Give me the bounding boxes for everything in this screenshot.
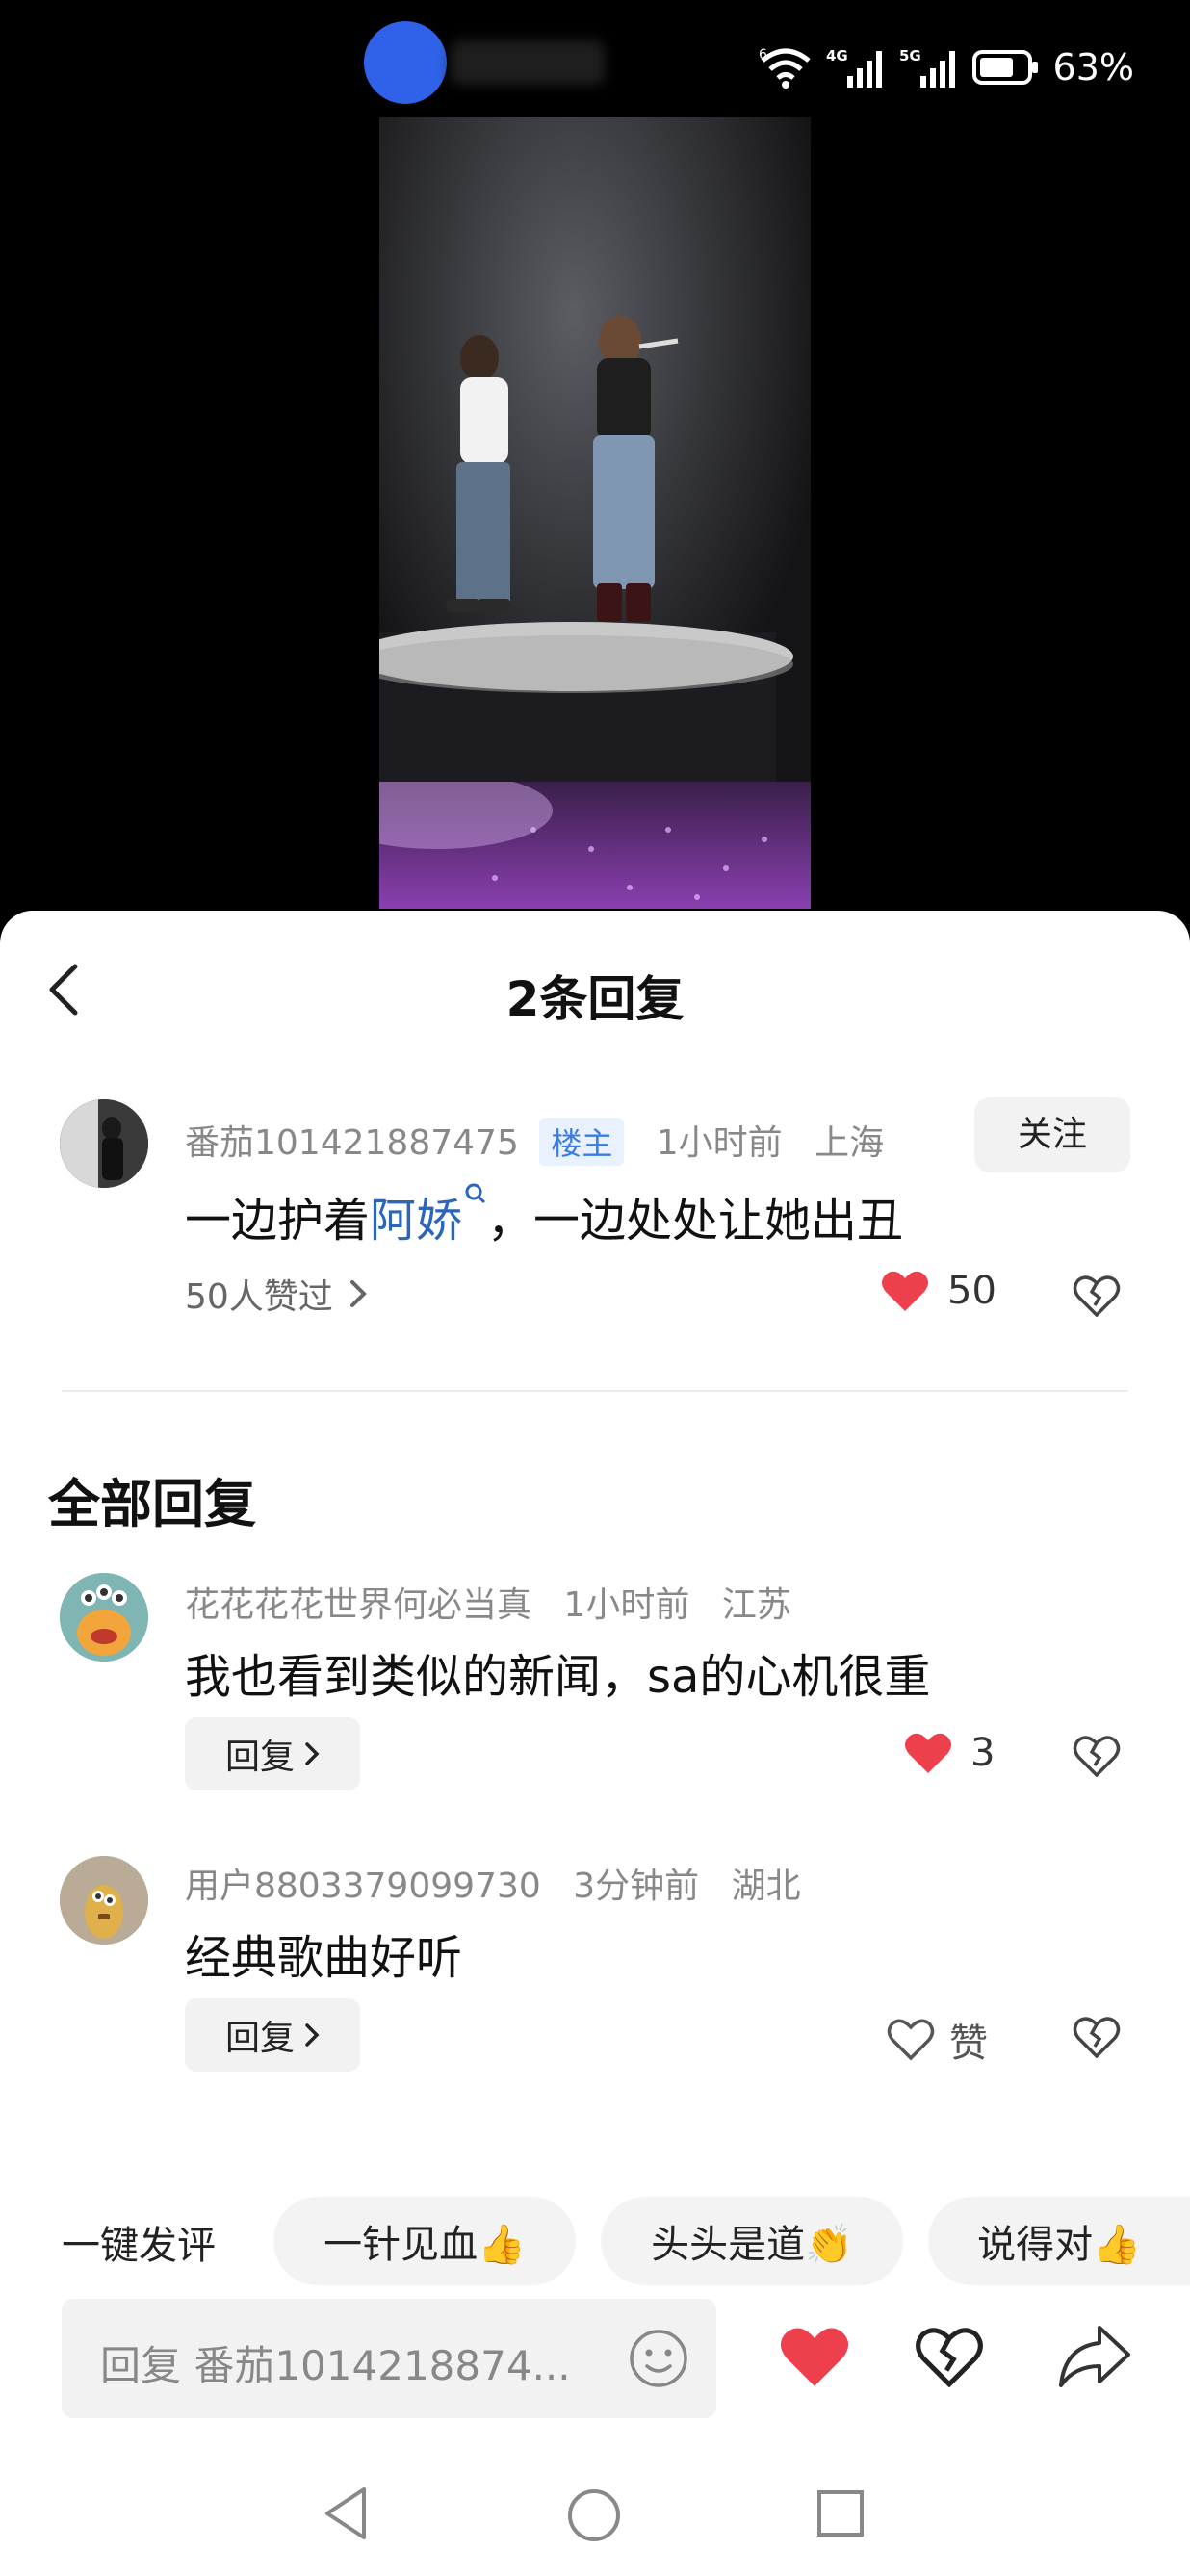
timestamp: 3分钟前 <box>573 1867 700 1906</box>
chevron-right-icon <box>305 2023 320 2047</box>
like-button[interactable]: 50 <box>880 1269 996 1313</box>
status-bar: 6 4G 5G 63% <box>0 0 1190 135</box>
battery-percent: 63% <box>1052 46 1134 89</box>
timestamp: 1小时前 <box>656 1123 783 1163</box>
account-avatar[interactable] <box>364 21 447 104</box>
reply-button-label: 回复 <box>224 2019 295 2058</box>
wifi-label: 6 <box>759 47 767 63</box>
username[interactable]: 花花花花世界何必当真 <box>185 1585 531 1625</box>
reply-input[interactable]: 回复 番茄1014218874... <box>62 2299 716 2418</box>
heart-filled-icon <box>905 1733 951 1773</box>
broken-heart-icon <box>916 2328 983 2388</box>
reply-button[interactable]: 回复 <box>185 1717 360 1790</box>
share-arrow-icon <box>1059 2326 1130 2387</box>
comment-text: 一边护着阿娇 ，一边处处让她出丑 <box>185 1182 903 1249</box>
quick-reply-chip[interactable]: 头头是道👏 <box>601 2197 903 2285</box>
reply-input-placeholder: 回复 番茄1014218874... <box>100 2342 571 2389</box>
like-button[interactable]: 赞 <box>886 2012 988 2068</box>
likes-summary: 50人赞过 <box>185 1277 333 1317</box>
reply-meta: 用户8803379099730 3分钟前 湖北 <box>185 1858 801 1908</box>
username[interactable]: 用户8803379099730 <box>185 1867 541 1906</box>
like-count: 50 <box>947 1269 996 1313</box>
nav-back-icon[interactable] <box>322 2486 370 2541</box>
divider <box>62 1390 1128 1392</box>
reply-button-label: 回复 <box>224 1738 295 1777</box>
emoji-icon[interactable] <box>628 2328 689 2389</box>
like-button[interactable]: 3 <box>903 1731 995 1775</box>
signal-4g-icon: 4G <box>826 47 882 88</box>
reply-button[interactable]: 回复 <box>185 1998 360 2072</box>
dislike-button[interactable] <box>1073 1735 1121 1781</box>
quick-reply-chip[interactable]: 一针见血👍 <box>273 2197 576 2285</box>
follow-button[interactable]: 关注 <box>974 1097 1130 1172</box>
like-count: 3 <box>970 1731 996 1775</box>
broken-heart-icon <box>1073 2017 1121 2059</box>
comment-text-start: 一边护着 <box>185 1194 371 1248</box>
section-title: 全部回复 <box>48 1474 256 1534</box>
signal-5g-icon: 5G <box>899 47 955 88</box>
nav-recents-icon[interactable] <box>816 2489 865 2537</box>
quick-reply-chip[interactable]: 说得对👍 <box>928 2197 1190 2285</box>
heart-filled-icon <box>882 1271 928 1311</box>
nav-home-icon[interactable] <box>566 2487 622 2543</box>
likes-summary-link[interactable]: 50人赞过 <box>185 1269 368 1319</box>
location: 湖北 <box>731 1867 801 1906</box>
chevron-right-icon <box>349 1280 367 1307</box>
comment-text-end: ，一边处处让她出丑 <box>487 1194 904 1248</box>
avatar[interactable] <box>60 1573 148 1662</box>
search-icon <box>465 1183 486 1204</box>
monster-avatar-image <box>60 1573 148 1662</box>
concert-video-frame <box>379 117 811 909</box>
chevron-right-icon <box>305 1742 320 1765</box>
reply-sheet: 2条回复 番茄101421887475 楼主 1小时前 上海 关注 一边护着阿娇… <box>0 911 1190 2576</box>
topic-link-text: 阿娇 <box>370 1194 463 1248</box>
location: 江苏 <box>721 1585 791 1625</box>
heart-filled-icon <box>780 2328 849 2386</box>
monster-avatar-image <box>60 1856 148 1945</box>
video-player[interactable] <box>379 117 811 909</box>
location: 上海 <box>815 1123 885 1163</box>
author-badge: 楼主 <box>539 1118 625 1166</box>
system-navigation-bar <box>0 2460 1190 2576</box>
reply-text: 我也看到类似的新闻，sa的心机很重 <box>185 1650 931 1704</box>
reply-text: 经典歌曲好听 <box>185 1931 463 1985</box>
signal-4g-label: 4G <box>826 47 848 64</box>
reply-meta: 花花花花世界何必当真 1小时前 江苏 <box>185 1577 791 1627</box>
wifi-icon: 6 <box>759 47 811 89</box>
quick-reply-label: 一键发评 <box>62 2224 216 2268</box>
dislike-button[interactable] <box>1073 1275 1121 1321</box>
status-icons: 6 4G 5G 63% <box>759 39 1134 96</box>
like-action-button[interactable] <box>778 2324 851 2393</box>
battery-icon <box>971 50 1038 85</box>
like-label: 赞 <box>949 2022 988 2066</box>
dislike-action-button[interactable] <box>915 2326 984 2391</box>
avatar[interactable] <box>60 1099 148 1188</box>
blurred-account-name <box>451 40 605 85</box>
avatar-image <box>60 1099 148 1188</box>
avatar[interactable] <box>60 1856 148 1945</box>
comment-meta: 番茄101421887475 楼主 1小时前 上海 <box>185 1115 884 1166</box>
heart-outline-icon <box>887 2019 935 2061</box>
share-button[interactable] <box>1057 2322 1132 2395</box>
signal-5g-label: 5G <box>899 47 921 64</box>
timestamp: 1小时前 <box>563 1585 690 1625</box>
sheet-title: 2条回复 <box>505 971 685 1027</box>
topic-link[interactable]: 阿娇 <box>370 1183 487 1248</box>
username[interactable]: 番茄101421887475 <box>185 1123 519 1163</box>
broken-heart-icon <box>1073 1275 1121 1318</box>
broken-heart-icon <box>1073 1736 1121 1778</box>
dislike-button[interactable] <box>1073 2016 1121 2062</box>
